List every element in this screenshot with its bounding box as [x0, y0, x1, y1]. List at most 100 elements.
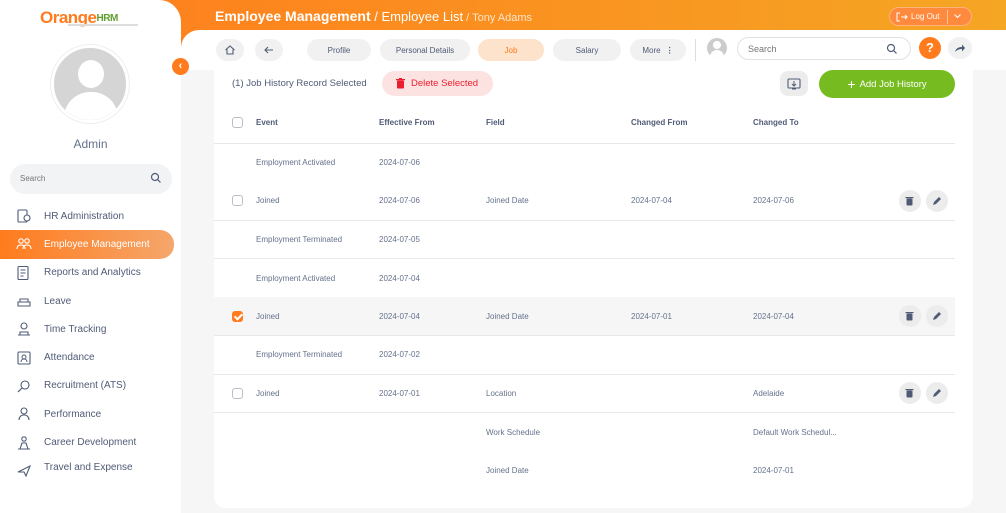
cell-event [256, 451, 379, 490]
user-name: Admin [73, 137, 108, 151]
sidebar-item-leave[interactable]: Leave [0, 287, 181, 315]
cell-changed-to: Adelaide [753, 374, 895, 413]
breadcrumb-separator: / [370, 9, 382, 24]
table-row: Employment Activated 2024-07-04 [214, 259, 955, 298]
share-button[interactable] [948, 37, 972, 59]
back-button[interactable] [255, 39, 283, 61]
select-all-checkbox[interactable] [232, 117, 243, 129]
breadcrumb-module[interactable]: Employee Management [215, 8, 371, 24]
edit-row-button[interactable] [926, 305, 948, 327]
sidebar-item-label: Reports and Analytics [44, 267, 141, 279]
cell-field: Joined Date [486, 297, 631, 336]
row-checkbox-checked[interactable] [232, 310, 243, 322]
cell-field: Joined Date [486, 465, 529, 475]
cell-effective-from: 2024-07-04 [379, 297, 486, 336]
tab-profile[interactable]: Profile [307, 39, 371, 61]
cell-changed-to: 2024-07-06 [753, 181, 895, 221]
employee-mgmt-icon [16, 236, 32, 252]
row-checkbox[interactable] [232, 195, 243, 206]
add-job-history-button[interactable]: + Add Job History [819, 70, 955, 98]
cell-changed-to [753, 335, 895, 375]
delete-row-button[interactable] [899, 382, 921, 405]
tab-label: Personal Details [395, 45, 455, 55]
arrow-left-icon [264, 46, 273, 54]
employee-search-input[interactable] [748, 44, 868, 54]
column-header-field[interactable]: Field [486, 103, 631, 144]
logout-button[interactable]: Log Out [889, 7, 972, 26]
add-job-history-label: Add Job History [859, 78, 927, 90]
edit-row-button[interactable] [926, 189, 948, 212]
cell-field [486, 259, 631, 298]
sidebar-search-input[interactable] [20, 174, 140, 183]
table-row: Joined Date 2024-07-01 [214, 451, 955, 490]
sidebar-item-label: Career Development [44, 437, 137, 449]
table-row-selected[interactable]: Joined 2024-07-04 Joined Date 2024-07-01… [214, 297, 955, 336]
trash-icon [396, 78, 405, 89]
sidebar-nav: HR Administration Employee Management Re… [0, 202, 181, 477]
delete-row-button[interactable] [899, 305, 921, 327]
breadcrumb-page[interactable]: Employee List [381, 9, 463, 24]
home-icon [225, 45, 235, 55]
sidebar-item-time-tracking[interactable]: Time Tracking [0, 315, 181, 343]
sidebar-collapse-button[interactable]: ‹ [172, 58, 189, 75]
sidebar-item-travel[interactable]: Travel and Expense [0, 457, 181, 477]
sidebar-item-performance[interactable]: Performance [0, 400, 181, 428]
employee-search[interactable] [737, 37, 911, 60]
cell-event: Employment Activated [256, 158, 336, 167]
cell-changed-from [631, 374, 753, 413]
cell-effective-from: 2024-07-04 [379, 273, 420, 283]
sidebar-search[interactable] [10, 164, 172, 194]
tab-salary[interactable]: Salary [553, 39, 621, 61]
chevron-down-icon[interactable] [954, 14, 962, 19]
pencil-icon [933, 389, 941, 398]
cell-changed-to: 2024-07-01 [753, 465, 794, 475]
tab-personal-details[interactable]: Personal Details [380, 39, 470, 61]
sidebar-item-attendance[interactable]: Attendance [0, 343, 181, 371]
tab-more[interactable]: More ⋮ [630, 39, 686, 61]
cell-changed-from [631, 451, 753, 490]
help-button[interactable]: ? [919, 37, 941, 59]
tab-label: Profile [327, 45, 351, 55]
home-button[interactable] [216, 39, 244, 61]
sidebar-item-hr-administration[interactable]: HR Administration [0, 202, 181, 230]
cell-changed-from [631, 220, 753, 259]
column-header-changed-to[interactable]: Changed To [753, 103, 895, 144]
job-history-card: (1) Job History Record Selected Delete S… [214, 68, 973, 508]
column-header-event[interactable]: Event [256, 103, 379, 144]
cell-changed-from [631, 143, 753, 182]
export-button[interactable] [780, 71, 808, 96]
table-row[interactable]: Joined 2024-07-01 Location Adelaide [214, 374, 955, 413]
recruitment-icon [16, 378, 32, 394]
sidebar-item-recruitment[interactable]: Recruitment (ATS) [0, 372, 181, 400]
cell-changed-to [753, 143, 895, 182]
search-icon[interactable] [150, 172, 162, 184]
cell-field [486, 335, 631, 375]
sidebar-item-label: Employee Management [44, 238, 150, 250]
table-row[interactable]: Joined 2024-07-06 Joined Date 2024-07-04… [214, 181, 955, 221]
delete-row-button[interactable] [899, 189, 921, 212]
cell-effective-from [379, 413, 486, 452]
row-checkbox[interactable] [232, 387, 243, 399]
tab-label: More [642, 45, 661, 55]
sidebar-item-career-development[interactable]: Career Development [0, 428, 181, 456]
employee-avatar[interactable] [707, 38, 727, 58]
column-header-changed-from[interactable]: Changed From [631, 103, 753, 144]
edit-row-button[interactable] [926, 382, 948, 405]
trash-icon [905, 389, 914, 398]
cell-field: Work Schedule [486, 427, 541, 437]
delete-selected-button[interactable]: Delete Selected [382, 71, 493, 96]
avatar[interactable] [51, 45, 129, 123]
column-header-actions [895, 103, 955, 144]
column-header-effective-from[interactable]: Effective From [379, 103, 486, 144]
table-header-row: Event Effective From Field Changed From … [214, 103, 955, 144]
sidebar-item-employee-management[interactable]: Employee Management [0, 230, 174, 259]
logo-hrm-text: HRM [96, 13, 119, 24]
cell-changed-to [753, 220, 895, 259]
sidebar-item-label: Travel and Expense [44, 461, 133, 473]
job-history-table: Event Effective From Field Changed From … [214, 103, 955, 490]
employee-tab-bar: Profile Personal Details Job Salary More… [181, 30, 1006, 70]
sidebar-item-reports[interactable]: Reports and Analytics [0, 259, 181, 287]
tab-job[interactable]: Job [478, 39, 544, 61]
cell-changed-to [753, 259, 895, 298]
search-icon[interactable] [886, 43, 898, 55]
